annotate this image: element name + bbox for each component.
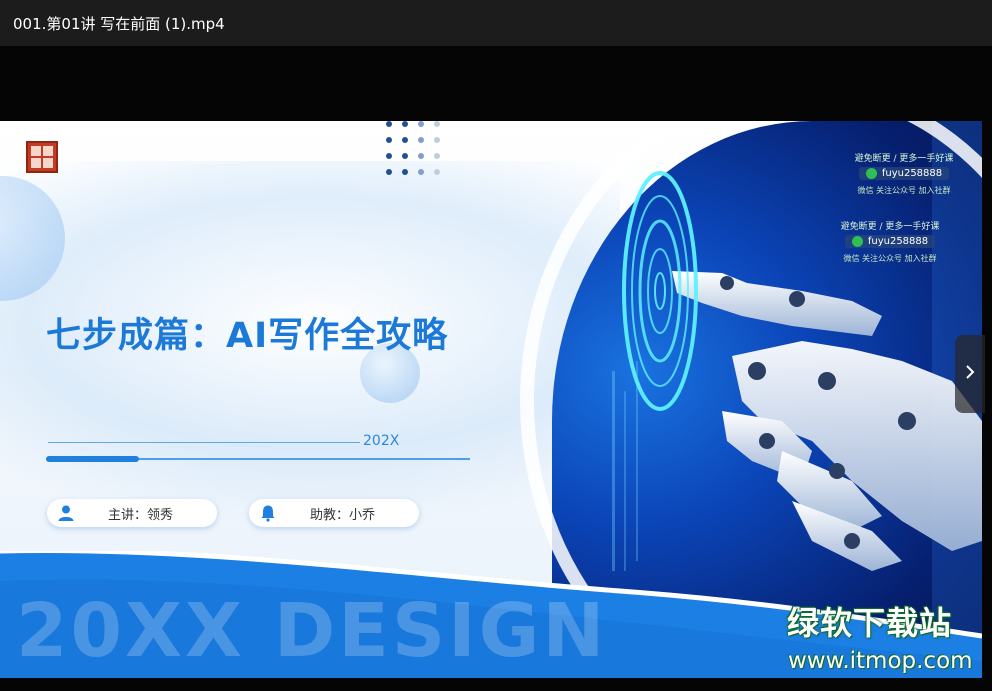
assistant-label: 助教：小乔 xyxy=(310,507,376,523)
seal-logo-icon xyxy=(26,141,58,173)
divider-line xyxy=(48,442,360,443)
chevron-right-icon xyxy=(964,363,976,385)
lecturer-label: 主讲：领秀 xyxy=(108,507,174,523)
watermark-top: 避免断更 / 更多一手好课 fuyu258888 微信 关注公众号 加入社群 xyxy=(849,151,959,196)
watermark-bottom: 避免断更 / 更多一手好课 fuyu258888 微信 关注公众号 加入社群 xyxy=(835,219,945,264)
window-title: 001.第01讲 写在前面 (1).mp4 xyxy=(13,14,225,33)
assistant-badge: 助教：小乔 xyxy=(249,499,419,527)
site-url: www.itmop.com xyxy=(788,648,973,674)
wechat-icon xyxy=(851,236,863,247)
progress-fill xyxy=(46,456,139,462)
watermark-line: 避免断更 / 更多一手好课 xyxy=(840,222,940,232)
wechat-icon xyxy=(865,168,877,179)
watermark-sub: 微信 关注公众号 加入社群 xyxy=(843,254,937,263)
watermark-id: fuyu258888 xyxy=(844,235,936,248)
watermark-line: 避免断更 / 更多一手好课 xyxy=(854,154,954,164)
video-frame-slide: 七步成篇：AI写作全攻略 202X 主讲：领秀 助教：小乔 20XX DESIG… xyxy=(0,121,982,678)
watermark-id-text: fuyu258888 xyxy=(867,236,929,247)
bell-icon xyxy=(258,503,278,523)
next-button[interactable] xyxy=(955,335,985,413)
dot-grid-decoration xyxy=(386,121,442,177)
watermark-id-text: fuyu258888 xyxy=(881,168,943,179)
window-titlebar: 001.第01讲 写在前面 (1).mp4 xyxy=(0,0,992,46)
hud-rings-decoration xyxy=(618,161,748,426)
lecturer-badge: 主讲：领秀 xyxy=(47,499,217,527)
year-label: 202X xyxy=(363,433,400,449)
slide-title: 七步成篇：AI写作全攻略 xyxy=(46,316,449,356)
design-background-text: 20XX DESIGN xyxy=(16,588,608,674)
site-logo: 绿软下载站 xyxy=(787,604,953,642)
watermark-sub: 微信 关注公众号 加入社群 xyxy=(857,186,951,195)
person-icon xyxy=(56,503,76,523)
watermark-id: fuyu258888 xyxy=(858,167,950,180)
